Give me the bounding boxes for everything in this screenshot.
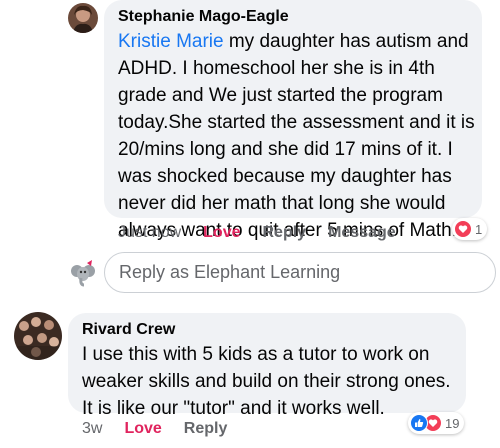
reply-button[interactable]: Reply xyxy=(184,420,228,438)
page-avatar-elephant xyxy=(68,258,98,288)
comment-text-body: my daughter has autism and ADHD. I homes… xyxy=(118,31,475,241)
message-button[interactable]: Message xyxy=(328,224,396,242)
comment-author[interactable]: Rivard Crew xyxy=(82,321,175,339)
avatar-stephanie[interactable] xyxy=(68,3,98,33)
comment-actions: 3w Love Reply xyxy=(82,420,249,438)
comment-actions: Just now Love Reply Message xyxy=(118,224,418,242)
comment-text: Kristie Marie my daughter has autism and… xyxy=(118,28,480,244)
love-button[interactable]: Love xyxy=(124,420,161,438)
avatar-rivard-crew[interactable] xyxy=(14,312,62,360)
heart-icon xyxy=(454,220,472,238)
reaction-count: 1 xyxy=(475,221,483,237)
comment-author[interactable]: Stephanie Mago-Eagle xyxy=(118,8,289,26)
like-icon xyxy=(410,414,428,432)
comment-text: I use this with 5 kids as a tutor to wor… xyxy=(82,344,451,419)
reaction-summary[interactable]: 19 xyxy=(408,412,465,434)
comment-timestamp[interactable]: Just now xyxy=(118,224,181,242)
reaction-count: 19 xyxy=(445,415,460,431)
mention-link[interactable]: Kristie Marie xyxy=(118,31,224,52)
comment-timestamp[interactable]: 3w xyxy=(82,420,102,438)
love-button[interactable]: Love xyxy=(203,224,240,242)
reaction-summary[interactable]: 1 xyxy=(452,218,488,240)
reply-input[interactable] xyxy=(105,253,495,292)
reply-input-box[interactable] xyxy=(104,252,496,293)
reply-button[interactable]: Reply xyxy=(262,224,306,242)
